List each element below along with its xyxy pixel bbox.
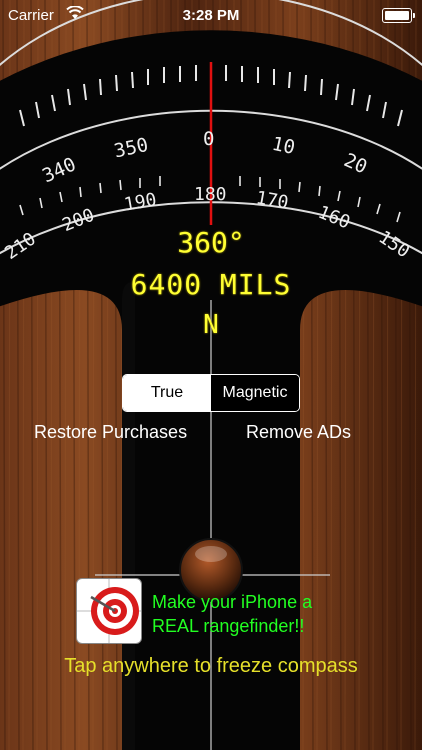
ad-line-1: Make your iPhone a [152, 592, 313, 612]
true-north-option[interactable]: True [123, 375, 211, 411]
rangefinder-app-icon[interactable] [76, 578, 142, 644]
status-bar: Carrier 3:28 PM [0, 0, 422, 30]
battery-icon [382, 8, 415, 23]
mils-readout: 6400 MILS [130, 268, 292, 301]
restore-purchases-button[interactable]: Restore Purchases [34, 422, 187, 443]
remove-ads-button[interactable]: Remove ADs [246, 422, 351, 443]
degrees-readout: 360° [177, 226, 245, 259]
cardinal-readout: N [203, 310, 219, 340]
clock: 3:28 PM [182, 7, 240, 24]
ad-banner-text[interactable]: Make your iPhone a REAL rangefinder!! [152, 590, 312, 638]
north-mode-toggle[interactable]: True Magnetic [122, 374, 300, 412]
magnetic-north-option[interactable]: Magnetic [211, 375, 299, 411]
freeze-hint: Tap anywhere to freeze compass [64, 655, 358, 677]
ad-line-2: REAL rangefinder!! [152, 616, 305, 636]
